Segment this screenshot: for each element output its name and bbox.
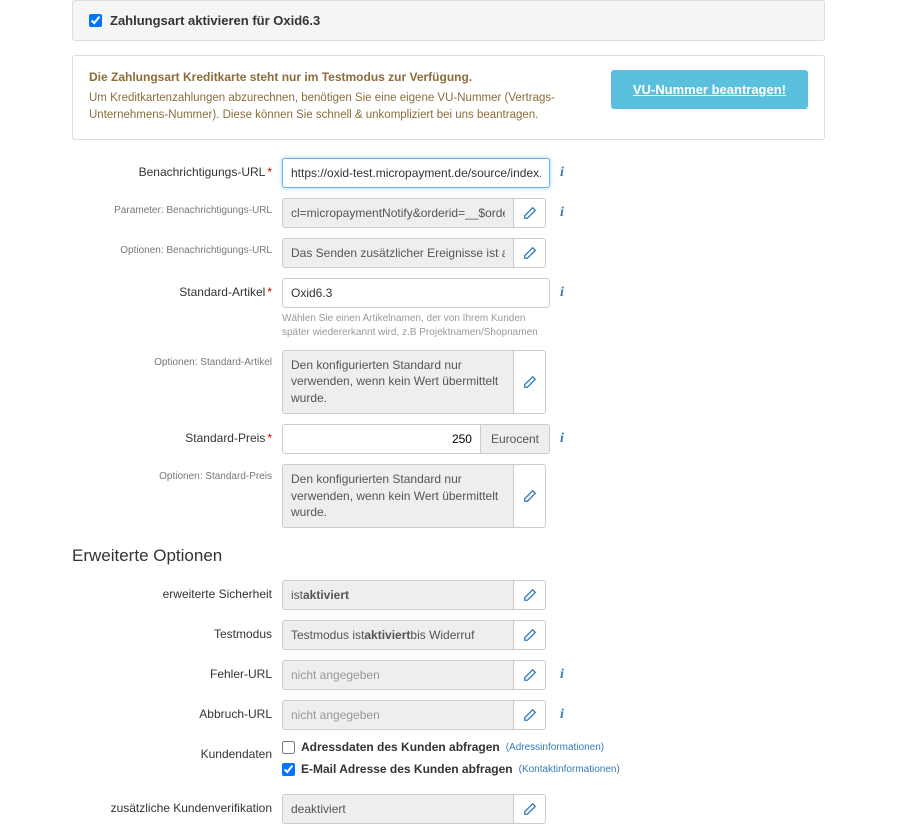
std-price-input[interactable] <box>282 424 481 454</box>
edit-button[interactable] <box>514 350 546 414</box>
std-price-label: Standard-Preis* <box>72 424 282 445</box>
info-body: Um Kreditkartenzahlungen abzurechnen, be… <box>89 92 555 121</box>
std-article-opts-label: Optionen: Standard-Artikel <box>72 350 282 368</box>
notify-params-label: Parameter: Benachrichtigungs-URL <box>72 198 282 216</box>
pencil-icon <box>523 375 537 389</box>
error-url-label: Fehler-URL <box>72 660 282 681</box>
activate-panel: Zahlungsart aktivieren für Oxid6.3 <box>72 0 825 41</box>
testmode-value: Testmodus ist aktiviert bis Widerruf <box>282 620 514 650</box>
notify-url-label: Benachrichtigungs-URL* <box>72 158 282 179</box>
std-price-opts-value: Den konfigurierten Standard nur verwende… <box>282 464 514 528</box>
vu-number-button[interactable]: VU-Nummer beantragen! <box>611 70 808 109</box>
abort-url-input <box>282 700 514 730</box>
notify-params-input <box>282 198 514 228</box>
ext-security-value: ist aktiviert <box>282 580 514 610</box>
address-info-link[interactable]: (Adressinformationen) <box>506 742 604 753</box>
info-icon[interactable]: i <box>556 424 568 447</box>
info-icon[interactable]: i <box>556 278 568 301</box>
testmode-label: Testmodus <box>72 620 282 641</box>
notify-opts-input <box>282 238 514 268</box>
edit-button[interactable] <box>514 794 546 824</box>
info-icon[interactable]: i <box>556 198 568 221</box>
email-checkbox-label: E-Mail Adresse des Kunden abfragen <box>301 762 513 776</box>
edit-button[interactable] <box>514 660 546 690</box>
info-panel: Die Zahlungsart Kreditkarte steht nur im… <box>72 55 825 140</box>
pencil-icon <box>523 489 537 503</box>
edit-button[interactable] <box>514 198 546 228</box>
edit-button[interactable] <box>514 700 546 730</box>
pencil-icon <box>523 246 537 260</box>
info-icon[interactable]: i <box>556 660 568 683</box>
activate-label: Zahlungsart aktivieren für Oxid6.3 <box>110 13 320 28</box>
std-article-opts-value: Den konfigurierten Standard nur verwende… <box>282 350 514 414</box>
activate-checkbox[interactable] <box>89 14 102 27</box>
extra-verify-label: zusätzliche Kundenverifikation <box>72 794 282 815</box>
std-article-hint: Wählen Sie einen Artikelnamen, der von I… <box>282 312 550 340</box>
address-checkbox[interactable] <box>282 741 295 754</box>
edit-button[interactable] <box>514 238 546 268</box>
ext-security-label: erweiterte Sicherheit <box>72 580 282 601</box>
notify-url-input[interactable] <box>282 158 550 188</box>
customer-data-label: Kundendaten <box>72 740 282 761</box>
edit-button[interactable] <box>514 464 546 528</box>
pencil-icon <box>523 628 537 642</box>
info-icon[interactable]: i <box>556 700 568 723</box>
price-unit: Eurocent <box>481 424 550 454</box>
pencil-icon <box>523 708 537 722</box>
notify-opts-label: Optionen: Benachrichtigungs-URL <box>72 238 282 256</box>
email-checkbox[interactable] <box>282 763 295 776</box>
extra-verify-value <box>282 794 514 824</box>
pencil-icon <box>523 206 537 220</box>
edit-button[interactable] <box>514 620 546 650</box>
abort-url-label: Abbruch-URL <box>72 700 282 721</box>
error-url-input <box>282 660 514 690</box>
pencil-icon <box>523 802 537 816</box>
pencil-icon <box>523 668 537 682</box>
std-price-opts-label: Optionen: Standard-Preis <box>72 464 282 482</box>
pencil-icon <box>523 588 537 602</box>
info-warning: Die Zahlungsart Kreditkarte steht nur im… <box>89 70 597 84</box>
info-icon[interactable]: i <box>556 158 568 181</box>
edit-button[interactable] <box>514 580 546 610</box>
contact-info-link[interactable]: (Kontaktinformationen) <box>519 764 620 775</box>
std-article-input[interactable] <box>282 278 550 308</box>
address-checkbox-label: Adressdaten des Kunden abfragen <box>301 740 500 754</box>
std-article-label: Standard-Artikel* <box>72 278 282 299</box>
advanced-heading: Erweiterte Optionen <box>72 546 825 566</box>
